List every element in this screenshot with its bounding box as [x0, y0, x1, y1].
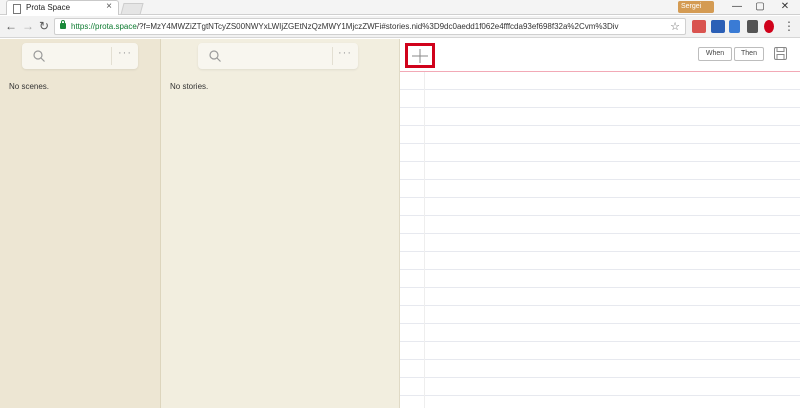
editor-panel: When Then [400, 39, 800, 408]
add-button[interactable] [405, 43, 435, 68]
window-close-button[interactable]: ✕ [770, 0, 800, 15]
browser-toolbar: ← → ↻ https://prota.space/?f=MzY4MWZiZTg… [0, 16, 800, 38]
search-icon [33, 50, 45, 62]
save-icon[interactable] [774, 47, 787, 60]
then-toggle-button[interactable]: Then [734, 47, 764, 61]
prota-space-app: ··· No scenes. ··· No stories. When Then [0, 39, 800, 408]
scenes-panel: ··· No scenes. [0, 39, 161, 408]
profile-button[interactable]: Sergei [678, 1, 714, 13]
page-icon [13, 4, 21, 14]
scenes-empty-text: No scenes. [9, 82, 50, 91]
forward-button[interactable]: → [21, 19, 35, 34]
lock-icon [60, 20, 66, 29]
reload-button[interactable]: ↻ [37, 19, 51, 34]
stories-more-button[interactable]: ··· [338, 47, 352, 59]
new-tab-button[interactable] [120, 3, 144, 15]
bookmark-star-icon[interactable]: ☆ [670, 20, 680, 33]
stories-search-bar[interactable]: ··· [198, 43, 358, 69]
ruled-paper-area[interactable] [400, 72, 800, 408]
chat-extension-icon[interactable] [711, 20, 725, 33]
tab-close-button[interactable]: × [106, 1, 112, 12]
search-icon [209, 50, 221, 62]
back-button[interactable]: ← [4, 19, 18, 34]
scenes-more-button[interactable]: ··· [118, 47, 132, 59]
scenes-search-bar[interactable]: ··· [22, 43, 138, 69]
url-text: https://prota.space/?f=MzY4MWZiZTgtNTcyZ… [71, 22, 619, 31]
browser-tab-strip: Prota Space × Sergei — ▢ ✕ [0, 0, 800, 15]
browser-menu-icon[interactable]: ⋮ [782, 19, 796, 34]
translate-extension-icon[interactable] [729, 20, 740, 33]
tab-title: Prota Space [26, 3, 71, 12]
plus-icon [412, 49, 428, 63]
margin-line [424, 72, 425, 408]
stories-empty-text: No stories. [170, 82, 209, 91]
when-toggle-button[interactable]: When [698, 47, 732, 61]
square-extension-icon[interactable] [747, 20, 758, 33]
stories-panel: ··· No stories. [161, 39, 400, 408]
browser-tab[interactable]: Prota Space × [6, 0, 119, 15]
gmail-extension-icon[interactable] [692, 20, 706, 33]
search-divider [332, 47, 333, 65]
opera-extension-icon[interactable] [764, 20, 774, 33]
address-bar[interactable]: https://prota.space/?f=MzY4MWZiZTgtNTcyZ… [54, 18, 686, 35]
search-divider [111, 47, 112, 65]
